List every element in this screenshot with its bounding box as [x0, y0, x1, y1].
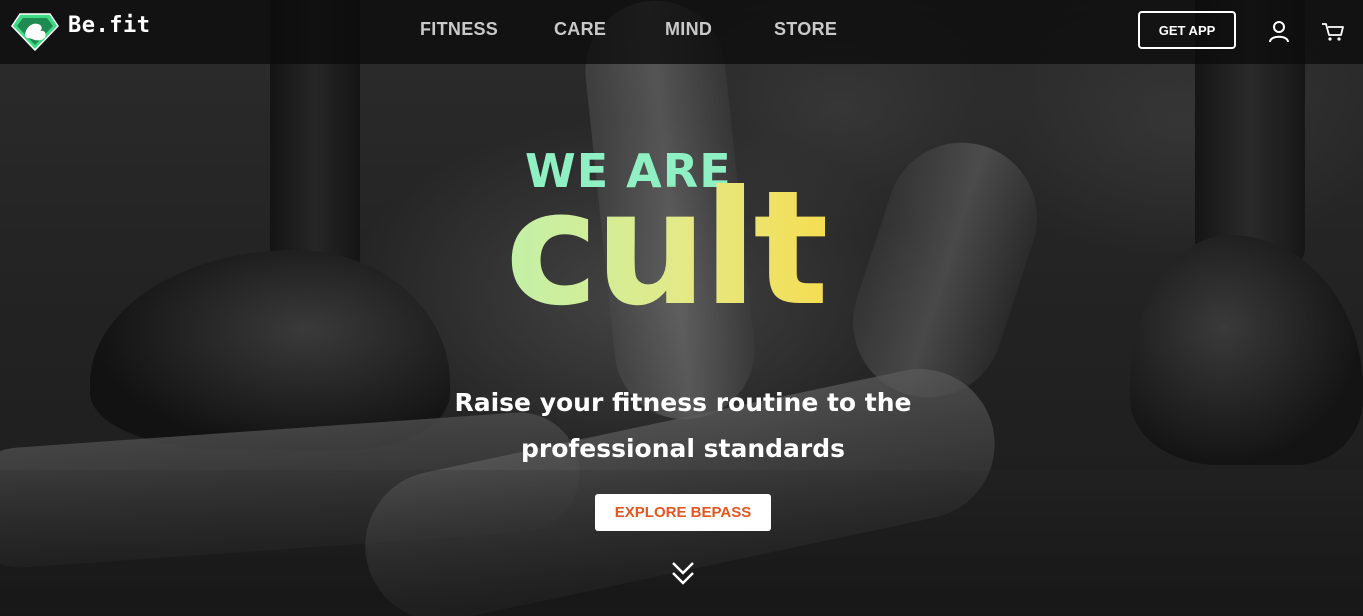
headline-brand: cult: [505, 157, 829, 341]
hero-subheadline: Raise your fitness routine to the profes…: [454, 388, 912, 463]
user-icon[interactable]: [1266, 19, 1292, 43]
background-shoe-right: [1130, 235, 1363, 465]
nav-link-mind[interactable]: MIND: [665, 19, 712, 40]
navbar: Be.fit FITNESS CARE MIND STORE GET APP: [0, 0, 1363, 64]
cart-icon[interactable]: [1320, 19, 1346, 43]
background-floor: [0, 470, 1363, 616]
get-app-button[interactable]: GET APP: [1138, 11, 1236, 49]
nav-link-care[interactable]: CARE: [554, 19, 606, 40]
double-chevron-down-icon[interactable]: [670, 560, 696, 588]
nav-link-store[interactable]: STORE: [774, 19, 837, 40]
explore-bepass-button[interactable]: EXPLORE BEPASS: [595, 494, 771, 531]
nav-link-fitness[interactable]: FITNESS: [420, 19, 498, 40]
